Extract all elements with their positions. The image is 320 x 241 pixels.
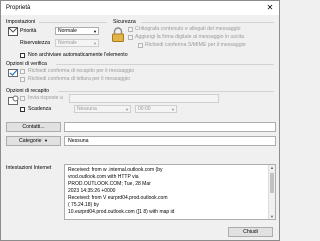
- security-section-label: Sicurezza: [113, 19, 136, 25]
- delivery-receipt-label: Richiedi conferma di recapito per il mes…: [28, 68, 135, 74]
- scroll-up-icon[interactable]: ▲: [269, 165, 275, 170]
- scrollbar-thumb[interactable]: [270, 173, 274, 193]
- header-line: 2023 14:35:26 +0000: [68, 188, 116, 194]
- dialog-title: Proprietà: [6, 5, 31, 11]
- read-receipt-checkbox[interactable]: [20, 77, 25, 82]
- title-bar: Proprietà ✕: [1, 1, 279, 15]
- expires-time-value: 00:00: [138, 106, 151, 112]
- expires-checkbox[interactable]: [20, 107, 25, 112]
- close-button[interactable]: Chiudi: [228, 227, 273, 237]
- voting-divider: [56, 64, 274, 65]
- chevron-down-icon: ▼: [42, 138, 49, 143]
- reply-to-input[interactable]: [69, 94, 219, 103]
- importance-value: Normale: [58, 28, 77, 34]
- sensitivity-select[interactable]: Normale ▼: [55, 39, 99, 47]
- delivery-receipt-checkbox[interactable]: [20, 69, 25, 74]
- no-autoarchive-checkbox[interactable]: [20, 53, 25, 58]
- security-divider: [141, 22, 274, 23]
- expires-date-select[interactable]: Nessuna ▼: [74, 105, 131, 113]
- chevron-down-icon: ▼: [93, 29, 97, 34]
- sign-label: Aggiungi la firma digitale al messaggio …: [135, 34, 244, 40]
- close-icon[interactable]: ✕: [264, 3, 276, 13]
- read-receipt-label: Richiedi conferma di lettura per il mess…: [28, 76, 131, 82]
- sign-checkbox[interactable]: [128, 35, 133, 40]
- expires-label: Scadenza: [28, 106, 52, 112]
- categories-value: Nessuna: [68, 138, 89, 144]
- chevron-down-icon: ▼: [93, 41, 97, 46]
- no-autoarchive-label: Non archiviare automaticamente l'element…: [28, 52, 128, 58]
- sensitivity-value: Normale: [58, 40, 77, 46]
- delivery-section-label: Opzioni di recapito: [6, 88, 49, 94]
- encrypt-label: Crittografa contenuto e allegati del mes…: [135, 26, 241, 32]
- smime-label: Richiedi conferma S/MIME per il messaggi…: [145, 42, 246, 48]
- header-line: ( 75.24.18) by: [68, 202, 99, 208]
- categories-input[interactable]: Nessuna: [64, 136, 276, 146]
- header-line: PROD.OUTLOOK.COM; Tue, 28 Mar: [68, 181, 151, 187]
- settings-section-label: Impostazioni: [6, 19, 36, 25]
- header-line: Received: from V eurprd04.prod.outlook.c…: [68, 195, 168, 201]
- reply-to-checkbox[interactable]: [20, 96, 25, 101]
- tracking-icon: [8, 69, 18, 77]
- headers-scrollbar[interactable]: ▲ ▼: [268, 165, 275, 219]
- contacts-button-label: Contatti...: [22, 124, 45, 130]
- settings-divider: [39, 22, 107, 23]
- header-line: 10.eurprd04.prod.outlook.com ([1 8) with…: [68, 209, 175, 215]
- internet-headers-textbox[interactable]: Received: from w .internal.outlook.com (…: [64, 164, 276, 220]
- categories-button[interactable]: Categorie ▼: [6, 136, 61, 146]
- envelope-icon: [8, 27, 18, 36]
- properties-dialog: Proprietà ✕ Impostazioni Priorità Normal…: [0, 0, 280, 241]
- sensitivity-label: Riservatezza: [20, 40, 50, 46]
- importance-label: Priorità: [20, 28, 37, 34]
- internet-headers-label: Intestazioni Internet: [6, 165, 52, 171]
- chevron-down-icon: ▼: [125, 107, 129, 112]
- scroll-down-icon[interactable]: ▼: [269, 214, 275, 219]
- categories-button-label: Categorie: [18, 138, 42, 144]
- header-line: vrod.outlook.com with HTTP via: [68, 174, 139, 180]
- contacts-input[interactable]: [64, 122, 276, 132]
- chevron-down-icon: ▼: [171, 107, 175, 112]
- contacts-button[interactable]: Contatti...: [6, 122, 61, 132]
- smime-checkbox[interactable]: [138, 43, 143, 48]
- reply-to-label: Invia risposte a: [28, 95, 63, 101]
- importance-select[interactable]: Normale ▼: [55, 27, 99, 35]
- delivery-divider: [58, 91, 274, 92]
- delivery-options-icon: [8, 95, 19, 105]
- close-button-label: Chiudi: [243, 229, 258, 235]
- expires-date-value: Nessuna: [77, 106, 97, 112]
- header-line: Received: from w .internal.outlook.com (…: [68, 167, 163, 173]
- encrypt-checkbox[interactable]: [128, 27, 133, 32]
- lock-icon: [112, 27, 124, 42]
- expires-time-select[interactable]: 00:00 ▼: [135, 105, 177, 113]
